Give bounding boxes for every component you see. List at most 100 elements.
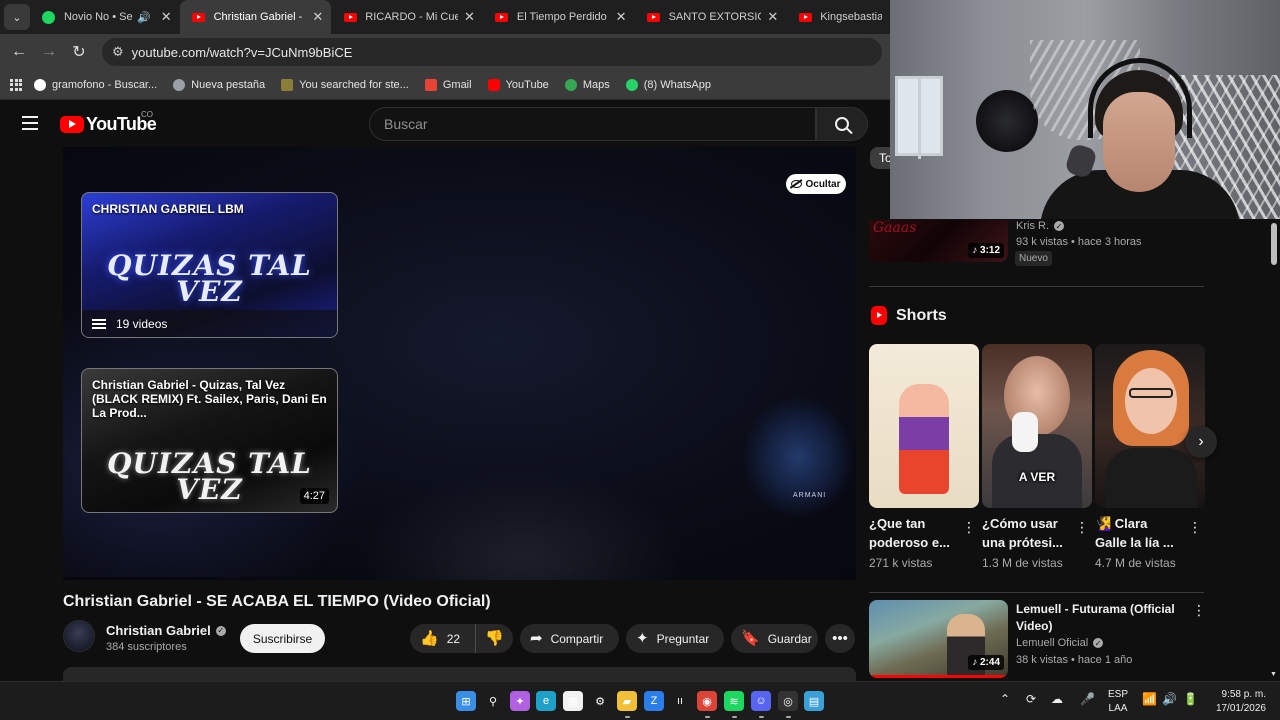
- search-input[interactable]: Buscar: [369, 107, 816, 141]
- bookmark-item[interactable]: Nueva pestaña: [173, 78, 265, 91]
- more-vertical-icon[interactable]: ⋮: [1188, 520, 1202, 534]
- dislike-button[interactable]: 👎: [476, 631, 513, 646]
- browser-tab[interactable]: El Tiempo Perdido (E ✕: [483, 0, 635, 34]
- thumbnail-illustration: [899, 384, 949, 494]
- short-thumbnail[interactable]: [869, 344, 979, 508]
- spotify-icon[interactable]: ≋: [724, 691, 744, 711]
- bookmark-item[interactable]: You searched for ste...: [281, 78, 409, 91]
- browser-tab[interactable]: KingsebastianO: [786, 0, 890, 34]
- video-title[interactable]: Lemuell - Futurama (Official Video): [1016, 601, 1184, 635]
- end-card-video[interactable]: Christian Gabriel - Quizas, Tal Vez (BLA…: [81, 368, 338, 513]
- short-card[interactable]: 🧏‍♀️ Clara Galle la lía ... ⋮ 4.7 M de v…: [1095, 344, 1205, 570]
- reload-icon[interactable]: ↻: [64, 37, 94, 67]
- more-vertical-icon[interactable]: ⋮: [1192, 602, 1206, 619]
- short-title[interactable]: 🧏‍♀️ Clara Galle la lía ...: [1095, 514, 1179, 552]
- like-button[interactable]: 👍 22: [410, 624, 476, 653]
- more-vertical-icon[interactable]: ⋮: [1075, 520, 1089, 534]
- edge-icon[interactable]: e: [536, 691, 556, 711]
- settings-icon[interactable]: ⚙: [590, 691, 610, 711]
- battery-icon[interactable]: 🔋: [1183, 692, 1198, 706]
- close-icon[interactable]: ✕: [464, 9, 475, 25]
- menu-icon[interactable]: [22, 116, 38, 130]
- description-box[interactable]: [63, 667, 856, 681]
- short-card[interactable]: A VER ¿Cómo usar una prótesi... ⋮ 1.3 M …: [982, 344, 1092, 570]
- address-bar[interactable]: ⚙ youtube.com/watch?v=JCuNm9bBiCE: [102, 38, 882, 66]
- site-info-icon[interactable]: ⚙: [112, 44, 124, 60]
- video-player[interactable]: ARMANI Ocultar CHRISTIAN GABRIEL LBM QUI…: [63, 147, 856, 580]
- browser-tab[interactable]: SANTO EXTORSIONA ✕: [635, 0, 787, 34]
- scrollbar-thumb[interactable]: [1271, 223, 1277, 265]
- search-button[interactable]: [816, 107, 868, 141]
- search-icon[interactable]: ⚲: [483, 691, 503, 711]
- language-indicator[interactable]: ESP LAA: [1106, 688, 1130, 716]
- ask-button[interactable]: ✦ Preguntar: [626, 624, 724, 653]
- sparkle-icon: ✦: [636, 630, 649, 647]
- save-label: Guardar: [767, 631, 812, 646]
- bookmark-item[interactable]: Gmail: [424, 78, 472, 91]
- short-thumbnail[interactable]: [1095, 344, 1205, 508]
- share-button[interactable]: ➦ Compartir: [520, 624, 619, 653]
- shorts-header: Shorts: [871, 306, 947, 325]
- speaker-icon[interactable]: 🔊: [137, 11, 151, 24]
- scroll-down-icon[interactable]: ▼: [1270, 671, 1277, 678]
- scrollbar[interactable]: ▲ ▼: [1268, 213, 1280, 680]
- more-actions-button[interactable]: •••: [825, 624, 855, 653]
- copilot-icon[interactable]: ✦: [510, 691, 530, 711]
- vpn-icon[interactable]: Z: [644, 691, 664, 711]
- discord-icon[interactable]: ☺: [751, 691, 771, 711]
- filter-chip[interactable]: To: [870, 147, 892, 169]
- more-vertical-icon[interactable]: ⋮: [962, 520, 976, 534]
- hide-end-cards-button[interactable]: Ocultar: [786, 174, 846, 194]
- cloud-icon[interactable]: ☁: [1051, 692, 1063, 706]
- close-icon[interactable]: ✕: [312, 9, 323, 25]
- browser-toolbar: ← → ↻ ⚙ youtube.com/watch?v=JCuNm9bBiCE: [0, 34, 890, 70]
- store-icon[interactable]: ▦: [563, 691, 583, 711]
- bookmark-item[interactable]: Maps: [564, 78, 610, 91]
- back-arrow-icon[interactable]: ←: [4, 37, 34, 67]
- tab-search-chevron-icon[interactable]: ⌄: [4, 4, 30, 30]
- video-thumbnail[interactable]: Gaaas ♪ 3:12: [869, 220, 1008, 262]
- end-card-playlist[interactable]: CHRISTIAN GABRIEL LBM QUIZAS TAL VEZ 19 …: [81, 192, 338, 338]
- close-icon[interactable]: ✕: [161, 9, 172, 25]
- browser-tab[interactable]: RICARDO - Mi Cuero ✕: [331, 0, 483, 34]
- apps-grid-icon[interactable]: [10, 78, 22, 91]
- bridge-icon[interactable]: ıı: [670, 691, 690, 711]
- hide-label: Ocultar: [805, 178, 841, 190]
- close-icon[interactable]: ✕: [767, 9, 778, 25]
- forward-arrow-icon[interactable]: →: [34, 37, 64, 67]
- clock-time: 9:58 p. m.: [1221, 689, 1266, 700]
- chevron-up-icon[interactable]: ⌃: [1000, 692, 1010, 706]
- channel-name[interactable]: Christian Gabriel ✓: [106, 623, 226, 638]
- short-thumbnail[interactable]: A VER: [982, 344, 1092, 508]
- video-duration: ♪ 2:44: [968, 655, 1004, 670]
- chevron-right-icon[interactable]: ›: [1185, 426, 1217, 458]
- browser-tab-active[interactable]: Christian Gabriel - SE ✕: [179, 0, 332, 34]
- sync-icon[interactable]: ⟳: [1026, 692, 1036, 706]
- wifi-icon[interactable]: 📶: [1142, 692, 1157, 706]
- channel-name[interactable]: Kris R. ✓: [1016, 220, 1064, 232]
- save-button[interactable]: 🔖 Guardar: [731, 624, 818, 653]
- browser-tab[interactable]: Novio No • Sech 🔊 ✕: [30, 0, 180, 34]
- system-clock[interactable]: 9:58 p. m. 17/01/2026: [1206, 688, 1266, 716]
- video-thumbnail[interactable]: ♪ 2:44: [869, 600, 1008, 678]
- chrome-icon[interactable]: ◉: [697, 691, 717, 711]
- obs-icon[interactable]: ◎: [778, 691, 798, 711]
- avatar[interactable]: [63, 620, 95, 652]
- short-title[interactable]: ¿Cómo usar una prótesi...: [982, 514, 1066, 552]
- channel-name[interactable]: Lemuell Oficial ✓: [1016, 637, 1104, 649]
- bookmark-item[interactable]: YouTube: [487, 78, 549, 91]
- microphone-icon[interactable]: 🎤: [1080, 692, 1095, 706]
- short-card[interactable]: ¿Que tan poderoso e... ⋮ 271 k vistas: [869, 344, 979, 570]
- volume-icon[interactable]: 🔊: [1162, 692, 1177, 706]
- file-explorer-icon[interactable]: ▰: [617, 691, 637, 711]
- webcam-fan: [976, 90, 1038, 152]
- bookmark-item[interactable]: (8) WhatsApp: [625, 78, 711, 91]
- spotify-icon: [42, 10, 56, 24]
- notepad-icon[interactable]: ▤: [804, 691, 824, 711]
- bookmark-item[interactable]: gramofono - Buscar...: [34, 78, 157, 91]
- close-icon[interactable]: ✕: [616, 9, 627, 25]
- short-title[interactable]: ¿Que tan poderoso e...: [869, 514, 953, 552]
- subscribe-button[interactable]: Suscribirse: [240, 624, 325, 653]
- windows-start-icon[interactable]: ⊞: [456, 691, 476, 711]
- end-card-title: CHRISTIAN GABRIEL LBM: [92, 202, 244, 216]
